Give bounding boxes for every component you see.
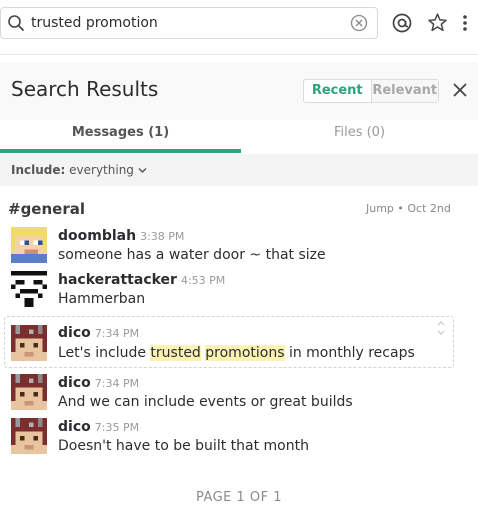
message-text: And we can include events or great build… [58, 394, 353, 410]
more-options-icon[interactable] [461, 12, 469, 38]
message-author[interactable]: dico 7:35 PM [58, 419, 139, 435]
sort-relevant-button[interactable]: Relevant [371, 80, 438, 102]
avatar[interactable] [11, 227, 47, 263]
include-label: Include: [11, 163, 66, 177]
message-time: 7:34 PM [94, 327, 140, 340]
search-highlight: promotions [205, 345, 285, 361]
include-filter[interactable]: Include: everything [11, 163, 147, 177]
channel-name[interactable]: #general [8, 200, 85, 218]
message-author[interactable]: dico 7:34 PM [58, 375, 139, 391]
avatar[interactable] [11, 374, 47, 410]
clear-search-icon[interactable] [350, 14, 368, 36]
tab-files[interactable]: Files (0) [241, 120, 478, 152]
jump-link[interactable]: Jump • Oct 2nd [366, 202, 451, 215]
avatar[interactable] [11, 325, 47, 361]
sort-recent-button[interactable]: Recent [304, 80, 372, 102]
pagination-label: PAGE 1 OF 1 [195, 490, 283, 505]
page-title: Search Results [11, 77, 159, 101]
sort-toggle[interactable]: Recent Relevant [303, 79, 439, 103]
chevron-up-down-icon[interactable] [436, 320, 446, 340]
top-divider [0, 54, 478, 55]
message-text: Doesn't have to be built that month [58, 438, 309, 454]
message-author[interactable]: doomblah 3:38 PM [58, 228, 184, 244]
tab-messages[interactable]: Messages (1) [0, 120, 241, 152]
search-highlight: trusted [150, 345, 201, 361]
message-author[interactable]: hackerattacker 4:53 PM [58, 272, 225, 288]
active-tab-indicator [0, 149, 241, 153]
search-box[interactable]: trusted promotion [0, 7, 378, 39]
mentions-icon[interactable] [391, 12, 413, 38]
message-time: 4:53 PM [180, 274, 226, 287]
message-author[interactable]: dico 7:34 PM [58, 325, 139, 341]
message-time: 7:34 PM [94, 377, 140, 390]
avatar[interactable] [11, 271, 47, 307]
close-icon[interactable] [452, 82, 468, 102]
chevron-down-icon [138, 163, 147, 177]
search-icon [7, 14, 25, 36]
search-input[interactable]: trusted promotion [31, 15, 158, 31]
message-time: 3:38 PM [140, 230, 185, 243]
message-text: someone has a water door ~ that size [58, 247, 326, 263]
avatar[interactable] [11, 418, 47, 454]
message-text: Let's include trusted promotions in mont… [58, 345, 415, 361]
message-text: Hammerban [58, 291, 146, 307]
message-time: 7:35 PM [94, 421, 140, 434]
star-icon[interactable] [427, 12, 448, 37]
include-value: everything [69, 163, 134, 177]
